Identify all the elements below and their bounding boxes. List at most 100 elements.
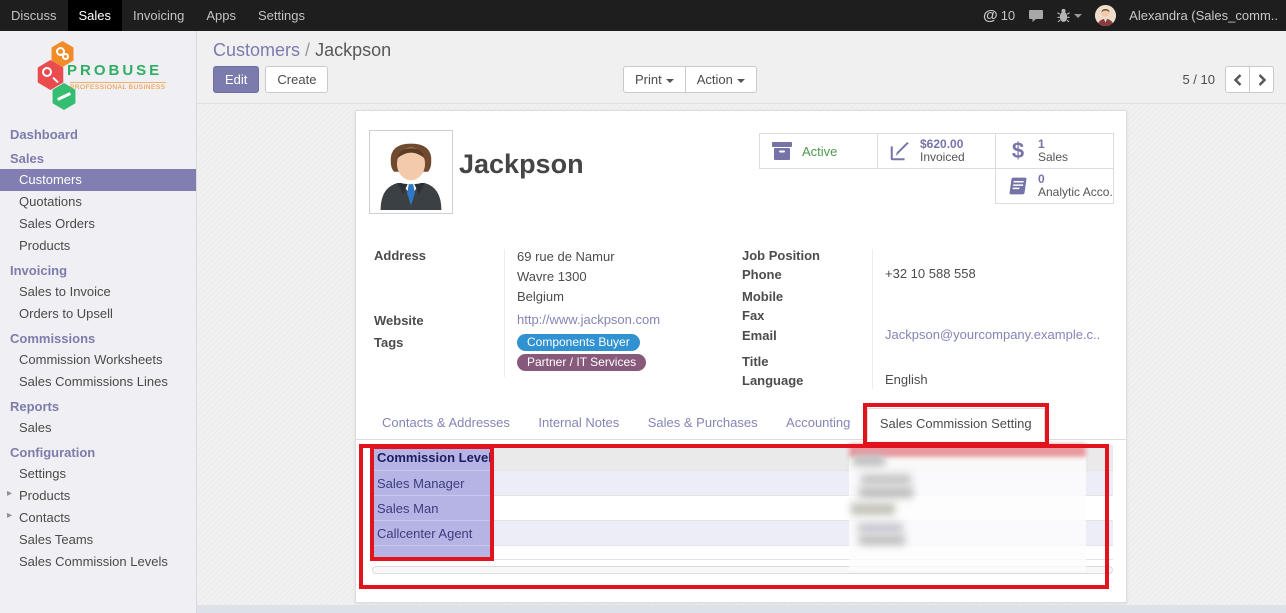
sidebar-item-reports-sales[interactable]: Sales (0, 417, 196, 439)
active-stat-button[interactable]: Active (759, 133, 878, 169)
action-dropdown-button[interactable]: Action (685, 66, 757, 93)
user-avatar[interactable] (1095, 5, 1116, 26)
topbar-menu-apps[interactable]: Apps (195, 0, 247, 31)
tag-components-buyer[interactable]: Components Buyer (517, 334, 640, 351)
title-label: Title (742, 353, 872, 370)
book-icon (1005, 176, 1031, 196)
sidebar-item-config-contacts[interactable]: ▸Contacts (0, 507, 196, 529)
create-button[interactable]: Create (265, 66, 328, 93)
edit-button[interactable]: Edit (213, 66, 259, 93)
sidebar-item-sales-commission-levels[interactable]: Sales Commission Levels (0, 551, 196, 573)
pager-next-button[interactable] (1249, 66, 1274, 93)
fax-value (872, 307, 1114, 324)
contact-photo[interactable] (369, 130, 453, 214)
topbar-menus: Discuss Sales Invoicing Apps Settings (0, 0, 316, 31)
job-position-label: Job Position (742, 247, 872, 264)
record-title: Jackpson (459, 149, 584, 180)
field-group-right: Job Position Phone +32 10 588 558 Mobile… (742, 247, 1114, 391)
email-link[interactable]: Jackpson@yourcompany.example.c.. (885, 327, 1100, 342)
redacted-blur (851, 503, 895, 515)
tab-contacts-addresses[interactable]: Contacts & Addresses (370, 407, 522, 439)
tab-sales-commission-setting[interactable]: Sales Commission Setting (867, 408, 1045, 440)
sidebar-section-dashboard[interactable]: Dashboard (0, 121, 196, 145)
sales-stat-button[interactable]: $ 1 Sales (995, 133, 1114, 169)
logo-tagline: PROFESSIONAL BUSINESS (70, 82, 166, 91)
tab-sales-purchases[interactable]: Sales & Purchases (636, 407, 770, 439)
phone-label: Phone (742, 266, 872, 283)
sidebar-section-invoicing[interactable]: Invoicing (0, 257, 196, 281)
address-label: Address (374, 247, 504, 307)
topbar-menu-sales[interactable]: Sales (68, 0, 123, 31)
breadcrumb-customers-link[interactable]: Customers (213, 40, 300, 60)
breadcrumb-separator: / (305, 40, 310, 60)
chat-icon[interactable] (1028, 9, 1044, 23)
active-label: Active (802, 145, 837, 158)
sidebar: PROBUSE PROFESSIONAL BUSINESS Dashboard … (0, 31, 197, 613)
sidebar-item-commission-worksheets[interactable]: Commission Worksheets (0, 349, 196, 371)
job-position-value (872, 247, 1114, 264)
invoice-pencil-icon (887, 140, 913, 162)
topbar: Discuss Sales Invoicing Apps Settings @ … (0, 0, 1286, 31)
tags-label: Tags (374, 334, 504, 374)
tab-internal-notes[interactable]: Internal Notes (526, 407, 631, 439)
bottom-strip (197, 605, 1286, 613)
debug-menu-button[interactable] (1057, 8, 1082, 23)
print-label: Print (635, 72, 662, 87)
logo-name: PROBUSE (67, 62, 162, 79)
user-name[interactable]: Alexandra (Sales_comm.. (1129, 8, 1278, 23)
language-label: Language (742, 372, 872, 389)
fax-label: Fax (742, 307, 872, 324)
group-divider (872, 249, 873, 389)
commission-level-cell[interactable]: Sales Man (372, 496, 493, 521)
chevron-right-icon (1258, 74, 1266, 86)
redacted-region (849, 444, 1086, 571)
invoiced-label: Invoiced (920, 151, 965, 164)
print-dropdown-button[interactable]: Print (623, 66, 686, 93)
redacted-blur (861, 474, 911, 485)
sidebar-item-sales-commissions-lines[interactable]: Sales Commissions Lines (0, 371, 196, 393)
sidebar-item-label: Contacts (19, 510, 70, 525)
tab-label: Sales Commission Setting (880, 416, 1032, 431)
archive-icon (769, 141, 795, 161)
email-label: Email (742, 327, 872, 344)
action-label: Action (697, 72, 733, 87)
mentions-counter[interactable]: @ 10 (983, 7, 1015, 24)
phone-value: +32 10 588 558 (872, 266, 1114, 283)
topbar-menu-settings[interactable]: Settings (247, 0, 316, 31)
sidebar-item-customers[interactable]: Customers (0, 169, 196, 191)
sidebar-section-commissions[interactable]: Commissions (0, 325, 196, 349)
topbar-menu-discuss[interactable]: Discuss (0, 0, 68, 31)
group-divider (504, 249, 505, 377)
address-city: Wavre 1300 (517, 267, 726, 287)
sidebar-item-sales-orders[interactable]: Sales Orders (0, 213, 196, 235)
topbar-systray: @ 10 (983, 0, 1286, 31)
sidebar-section-sales[interactable]: Sales (0, 145, 196, 169)
redacted-blur (858, 523, 903, 533)
pager-count: 5 / 10 (1182, 72, 1215, 87)
sidebar-item-config-products[interactable]: ▸Products (0, 485, 196, 507)
sidebar-section-reports[interactable]: Reports (0, 393, 196, 417)
sidebar-item-quotations[interactable]: Quotations (0, 191, 196, 213)
website-label: Website (374, 312, 504, 329)
commission-level-cell[interactable]: Sales Manager (372, 471, 493, 496)
pager-previous-button[interactable] (1225, 66, 1250, 93)
sidebar-item-orders-to-upsell[interactable]: Orders to Upsell (0, 303, 196, 325)
record-pager: 5 / 10 (1182, 66, 1274, 93)
tag-partner-it-services[interactable]: Partner / IT Services (517, 354, 646, 371)
commission-level-header: Commission Level (372, 445, 493, 471)
invoiced-stat-button[interactable]: $620.00 Invoiced (877, 133, 996, 169)
sidebar-section-configuration[interactable]: Configuration (0, 439, 196, 463)
sidebar-item-products[interactable]: Products (0, 235, 196, 257)
tab-accounting[interactable]: Accounting (774, 407, 862, 439)
sidebar-item-settings[interactable]: Settings (0, 463, 196, 485)
topbar-menu-invoicing[interactable]: Invoicing (122, 0, 195, 31)
sidebar-item-sales-to-invoice[interactable]: Sales to Invoice (0, 281, 196, 303)
website-link[interactable]: http://www.jackpson.com (517, 312, 660, 327)
analytic-accounts-stat-button[interactable]: 0 Analytic Acco... (995, 168, 1114, 204)
form-buttons: Edit Create (213, 66, 328, 93)
commission-level-cell[interactable]: Callcenter Agent (372, 521, 493, 546)
address-street: 69 rue de Namur (517, 247, 726, 267)
sidebar-item-sales-teams[interactable]: Sales Teams (0, 529, 196, 551)
breadcrumb: Customers / Jackpson (213, 40, 391, 61)
caret-down-icon (666, 79, 674, 83)
